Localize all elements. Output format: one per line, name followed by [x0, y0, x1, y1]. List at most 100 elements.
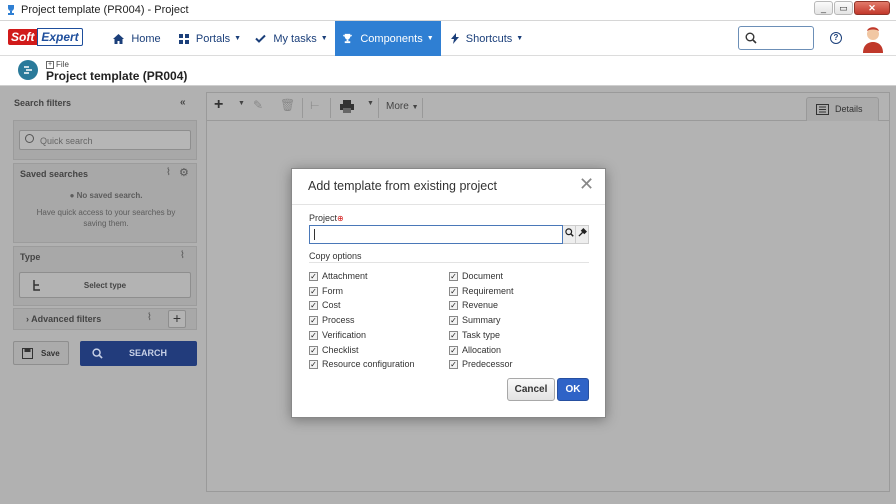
- close-icon[interactable]: ✕: [579, 175, 594, 193]
- option-allocation[interactable]: ✓ Allocation: [449, 344, 501, 356]
- checkbox-checked[interactable]: ✓: [309, 330, 318, 340]
- checkbox-checked[interactable]: ✓: [309, 300, 318, 310]
- more-menu[interactable]: More ▼: [386, 101, 419, 112]
- option-document[interactable]: ✓ Document: [449, 270, 503, 282]
- grid-icon: [178, 33, 189, 44]
- breadcrumb-file: File: [56, 60, 69, 69]
- gear-icon[interactable]: ⚙: [179, 166, 189, 179]
- option-verification[interactable]: ✓ Verification: [309, 329, 366, 341]
- save-search-button[interactable]: Save: [13, 341, 69, 365]
- select-type-button[interactable]: Select type: [19, 272, 191, 298]
- print-icon[interactable]: [340, 100, 354, 113]
- details-label: Details: [835, 104, 863, 114]
- avatar[interactable]: [862, 25, 884, 53]
- top-navigation: Soft Expert Home Portals ▼ My tasks ▼ Com…: [0, 21, 896, 56]
- broom-icon[interactable]: ⌇: [147, 312, 152, 323]
- nav-home[interactable]: Home: [102, 21, 172, 56]
- softexpert-logo[interactable]: Soft Expert: [8, 28, 83, 46]
- option-attachment[interactable]: ✓ Attachment: [309, 270, 368, 282]
- checkbox-checked[interactable]: ✓: [309, 345, 318, 355]
- add-template-dialog: Add template from existing project ✕ Pro…: [291, 168, 606, 418]
- option-requirement[interactable]: ✓ Requirement: [449, 285, 514, 297]
- checkbox-checked[interactable]: ✓: [309, 315, 318, 325]
- ok-button[interactable]: OK: [557, 378, 589, 401]
- chevron-down-icon: ▼: [426, 35, 434, 42]
- checkbox-checked[interactable]: ✓: [309, 271, 318, 281]
- nav-my-tasks-label: My tasks: [273, 32, 317, 45]
- nav-my-tasks[interactable]: My tasks ▼: [248, 21, 335, 56]
- global-search-input[interactable]: [738, 26, 814, 50]
- add-filter-button[interactable]: +: [168, 310, 186, 328]
- nav-components[interactable]: Components ▼: [335, 21, 441, 56]
- broom-icon[interactable]: ⌇: [166, 167, 171, 178]
- floppy-icon: [22, 348, 33, 359]
- maximize-button[interactable]: ▭: [834, 1, 853, 15]
- option-checklist[interactable]: ✓ Checklist: [309, 344, 359, 356]
- edit-icon[interactable]: ✎: [253, 98, 263, 112]
- advanced-filters-text: Advanced filters: [31, 314, 102, 324]
- chevron-down-icon: ▼: [234, 35, 242, 42]
- plus-icon: +: [46, 60, 54, 69]
- option-predecessor[interactable]: ✓ Predecessor: [449, 358, 513, 370]
- clear-field-button[interactable]: [576, 225, 589, 244]
- cancel-button[interactable]: Cancel: [507, 378, 555, 401]
- checkbox-checked[interactable]: ✓: [309, 359, 318, 369]
- project-input[interactable]: [309, 225, 563, 244]
- option-label: Revenue: [462, 300, 499, 310]
- checkbox-checked[interactable]: ✓: [449, 330, 458, 340]
- option-summary[interactable]: ✓ Summary: [449, 314, 501, 326]
- option-resource-configuration[interactable]: ✓ Resource configuration: [309, 358, 415, 370]
- close-window-button[interactable]: ✕: [854, 1, 890, 15]
- checkbox-checked[interactable]: ✓: [309, 286, 318, 296]
- zoom-lookup-button[interactable]: [563, 225, 576, 244]
- window-title: Project template (PR004) - Project: [21, 4, 189, 16]
- saved-searches-label: Saved searches: [20, 169, 89, 179]
- search-button[interactable]: SEARCH: [80, 341, 197, 366]
- checkbox-checked[interactable]: ✓: [449, 359, 458, 369]
- advanced-filters-label[interactable]: › Advanced filters: [26, 314, 101, 324]
- no-saved-search-text: ● No saved search.: [20, 191, 192, 200]
- hierarchy-icon[interactable]: ⊢: [310, 99, 320, 112]
- copy-options-divider: [309, 262, 589, 263]
- option-label: Requirement: [462, 286, 514, 296]
- details-icon: [816, 104, 829, 115]
- trash-icon[interactable]: 🗑: [280, 98, 295, 112]
- option-form[interactable]: ✓ Form: [309, 285, 343, 297]
- chevron-down-icon[interactable]: ▼: [238, 100, 245, 107]
- main-toolbar: + ▼ ✎ 🗑 ⊢ ▼ More ▼: [206, 94, 890, 121]
- details-tab[interactable]: Details: [806, 97, 879, 121]
- checkbox-checked[interactable]: ✓: [449, 315, 458, 325]
- nav-portals[interactable]: Portals ▼: [172, 21, 248, 56]
- chevron-down-icon[interactable]: ▼: [367, 100, 374, 107]
- project-field-label: Project⊕: [309, 213, 344, 223]
- checkbox-checked[interactable]: ✓: [449, 286, 458, 296]
- option-label: Attachment: [322, 271, 368, 281]
- nav-portals-label: Portals: [195, 32, 231, 45]
- nav-shortcuts[interactable]: Shortcuts ▼: [441, 21, 533, 56]
- option-cost[interactable]: ✓ Cost: [309, 299, 341, 311]
- option-revenue[interactable]: ✓ Revenue: [449, 299, 498, 311]
- toolbar-divider: [378, 98, 379, 118]
- option-task-type[interactable]: ✓ Task type: [449, 329, 500, 341]
- search-icon: [745, 32, 757, 44]
- help-icon[interactable]: ?: [830, 32, 842, 44]
- option-label: Form: [322, 286, 343, 296]
- add-icon[interactable]: +: [214, 96, 223, 114]
- dialog-title: Add template from existing project: [308, 179, 497, 193]
- checkbox-checked[interactable]: ✓: [449, 300, 458, 310]
- checkbox-checked[interactable]: ✓: [449, 345, 458, 355]
- broom-icon[interactable]: ⌇: [180, 250, 185, 261]
- chevron-down-icon: ▼: [320, 35, 328, 42]
- option-process[interactable]: ✓ Process: [309, 314, 355, 326]
- minimize-button[interactable]: _: [814, 1, 833, 15]
- trophy-icon: [343, 33, 353, 44]
- breadcrumb[interactable]: + File: [46, 60, 69, 69]
- quick-search-input[interactable]: Quick search: [19, 130, 191, 150]
- window-titlebar: Project template (PR004) - Project _ ▭ ✕: [0, 0, 896, 21]
- dialog-divider: [292, 204, 605, 205]
- more-label: More: [386, 101, 409, 112]
- option-label: Predecessor: [462, 359, 513, 369]
- collapse-icon[interactable]: «: [180, 97, 186, 108]
- select-type-label: Select type: [83, 281, 127, 290]
- checkbox-checked[interactable]: ✓: [449, 271, 458, 281]
